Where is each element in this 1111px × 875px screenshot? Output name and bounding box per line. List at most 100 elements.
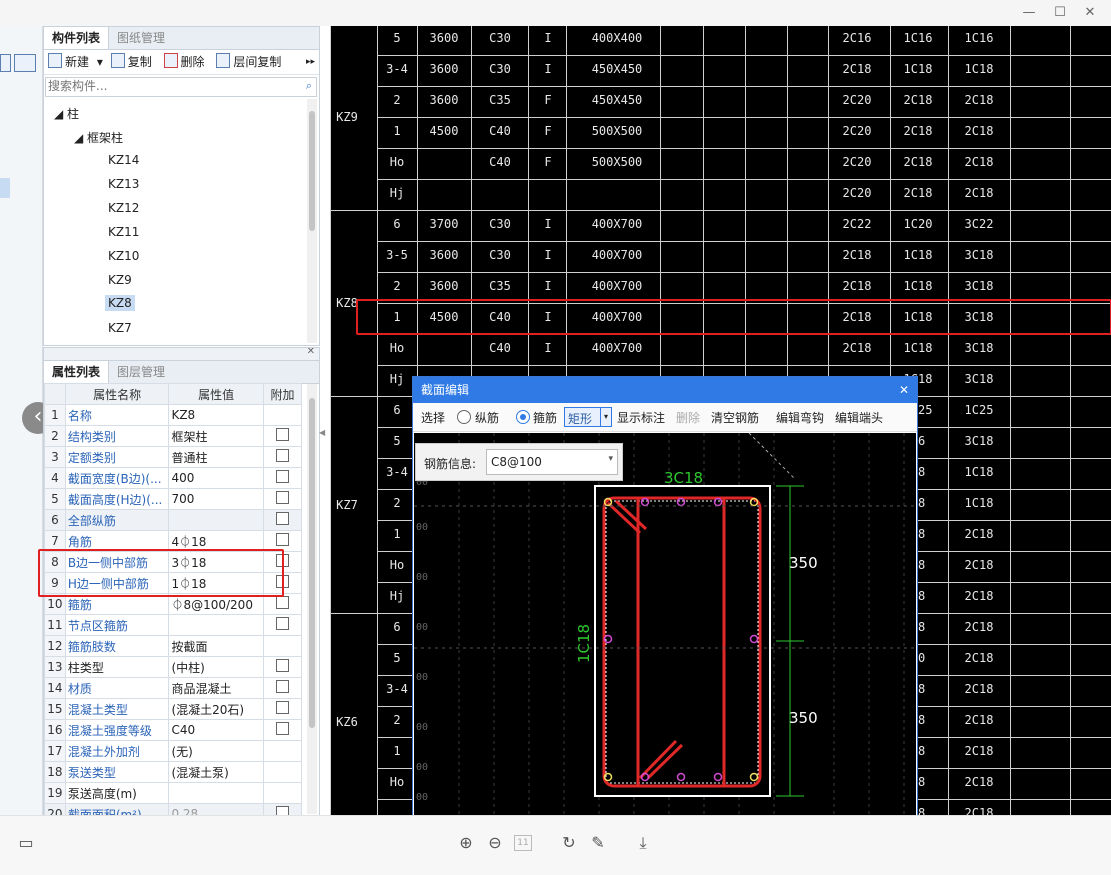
property-row[interactable]: 13 柱类型 (中柱) <box>44 656 303 678</box>
property-row[interactable]: 14 材质 商品混凝土 <box>44 677 303 699</box>
property-value[interactable]: (中柱) <box>168 656 264 678</box>
tree-item-kz13[interactable]: KZ13 <box>108 177 139 191</box>
component-search[interactable]: ⌕ <box>45 77 317 97</box>
property-value[interactable] <box>168 509 264 531</box>
tree-item-kz12[interactable]: KZ12 <box>108 201 139 215</box>
properties-scrollbar-thumb[interactable] <box>309 398 315 728</box>
new-button[interactable]: 新建 ▾ <box>48 53 103 69</box>
section-drawing-canvas[interactable]: 0000000000000000 3C18 1C18 350 350 Y <box>414 433 916 816</box>
search-icon[interactable]: ⌕ <box>306 79 312 93</box>
rebar-info-select[interactable]: C8@100 ▾ <box>486 449 618 475</box>
grid-line <box>1010 26 1011 815</box>
property-value[interactable]: (混凝土20石) <box>168 698 264 720</box>
splitter-arrow-icon[interactable]: ◀ <box>319 428 325 448</box>
property-name: 柱类型 <box>64 656 170 678</box>
property-row[interactable]: 5 截面高度(H边)(... 700 <box>44 488 303 510</box>
property-row[interactable]: 1 名称 KZ8 <box>44 404 303 426</box>
clear-rebar-button[interactable]: 清空钢筋 <box>711 409 759 426</box>
property-value[interactable]: 400 <box>168 467 264 489</box>
property-row[interactable]: 4 截面宽度(B边)(... 400 <box>44 467 303 489</box>
property-value[interactable]: C40 <box>168 719 264 741</box>
property-row[interactable]: 3 定额类别 普通柱 <box>44 446 303 468</box>
extra-checkbox[interactable] <box>275 449 289 462</box>
extra-checkbox[interactable] <box>275 596 289 609</box>
floor-copy-button[interactable]: 层间复制 <box>216 53 285 69</box>
extra-checkbox[interactable] <box>275 470 289 483</box>
property-value[interactable]: 普通柱 <box>168 446 264 468</box>
extra-checkbox[interactable] <box>275 680 289 693</box>
tab-drawing-management[interactable]: 图纸管理 <box>109 27 173 49</box>
tab-property-list[interactable]: 属性列表 <box>44 361 110 383</box>
extra-checkbox[interactable] <box>275 701 289 714</box>
property-row[interactable]: 16 混凝土强度等级 C40 <box>44 719 303 741</box>
fit-size-icon[interactable]: 11 <box>514 835 532 851</box>
extra-checkbox[interactable] <box>275 491 289 504</box>
rotate-icon[interactable]: ↻ <box>559 833 579 853</box>
tree-item-kz14[interactable]: KZ14 <box>108 153 139 167</box>
extra-checkbox[interactable] <box>275 533 289 546</box>
cad-cell: F <box>544 155 552 169</box>
delete-rebar-button[interactable]: 删除 <box>676 409 700 426</box>
extra-checkbox[interactable] <box>275 617 289 630</box>
edit-hook-button[interactable]: 编辑弯钩 <box>776 409 824 426</box>
tree-item-kz7[interactable]: KZ7 <box>108 321 132 335</box>
maximize-icon[interactable]: ☐ <box>1051 4 1069 22</box>
tree-item-kz10[interactable]: KZ10 <box>108 249 139 263</box>
property-row[interactable]: 19 泵送高度(m) <box>44 782 303 804</box>
edit-end-button[interactable]: 编辑端头 <box>835 409 883 426</box>
close-icon[interactable]: ✕ <box>1081 4 1099 22</box>
extra-checkbox[interactable] <box>275 659 289 672</box>
minimize-icon[interactable]: — <box>1020 4 1038 22</box>
property-row[interactable]: 15 混凝土类型 (混凝土20石) <box>44 698 303 720</box>
properties-scrollbar[interactable] <box>307 384 317 814</box>
property-value[interactable] <box>168 614 264 636</box>
edit-icon[interactable]: ✎ <box>588 833 608 853</box>
tree-node-frame-column[interactable]: ◢ 框架柱 <box>74 129 123 146</box>
more-button[interactable]: ▸▸ <box>306 50 315 74</box>
property-row[interactable]: 2 结构类别 框架柱 <box>44 425 303 447</box>
select-tool[interactable]: 选择 <box>421 409 445 426</box>
copy-button[interactable]: 复制 <box>110 53 156 69</box>
delete-button[interactable]: 删除 <box>163 53 209 69</box>
property-value[interactable]: 700 <box>168 488 264 510</box>
property-value[interactable] <box>168 782 264 804</box>
tree-item-kz8[interactable]: KZ8 <box>105 295 135 311</box>
tree-node-column[interactable]: ◢ 柱 <box>54 105 79 122</box>
property-value[interactable]: 框架柱 <box>168 425 264 447</box>
property-value[interactable]: 商品混凝土 <box>168 677 264 699</box>
stirrup-radio[interactable] <box>516 410 530 424</box>
property-extra <box>262 614 303 636</box>
tool-icon[interactable] <box>0 54 11 72</box>
property-value[interactable]: KZ8 <box>168 404 264 426</box>
property-value[interactable]: (混凝土泵) <box>168 761 264 783</box>
view-icon[interactable] <box>14 54 36 72</box>
property-row[interactable]: 17 混凝土外加剂 (无) <box>44 740 303 762</box>
tree-scrollbar[interactable] <box>307 99 317 343</box>
show-label-button[interactable]: 显示标注 <box>617 409 665 426</box>
tree-item-kz9[interactable]: KZ9 <box>108 273 132 287</box>
property-row[interactable]: 12 箍筋肢数 按截面 <box>44 635 303 657</box>
zoom-in-icon[interactable]: ⊕ <box>456 833 476 853</box>
property-row[interactable]: 11 节点区箍筋 <box>44 614 303 636</box>
longitudinal-radio[interactable] <box>457 410 471 424</box>
tab-layer-management[interactable]: 图层管理 <box>109 361 173 383</box>
tree-scrollbar-thumb[interactable] <box>309 111 315 231</box>
dialog-close-icon[interactable]: ✕ <box>899 377 909 403</box>
extra-checkbox[interactable] <box>275 722 289 735</box>
download-icon[interactable]: ⤓ <box>633 833 653 853</box>
property-row[interactable]: 6 全部纵筋 <box>44 509 303 531</box>
property-value[interactable]: (无) <box>168 740 264 762</box>
layout-icon[interactable]: ▭ <box>16 833 36 853</box>
tree-item-kz11[interactable]: KZ11 <box>108 225 139 239</box>
tab-component-list[interactable]: 构件列表 <box>44 27 110 49</box>
shape-select[interactable]: 矩形 ▾ <box>564 407 612 427</box>
property-extra <box>262 719 303 741</box>
extra-checkbox[interactable] <box>275 512 289 525</box>
property-value[interactable]: 按截面 <box>168 635 264 657</box>
extra-checkbox[interactable] <box>275 428 289 441</box>
panel-close-icon[interactable]: ✕ <box>307 348 315 357</box>
property-row[interactable]: 18 泵送类型 (混凝土泵) <box>44 761 303 783</box>
grid-line <box>377 272 1111 273</box>
search-input[interactable] <box>46 78 290 94</box>
zoom-out-icon[interactable]: ⊖ <box>485 833 505 853</box>
